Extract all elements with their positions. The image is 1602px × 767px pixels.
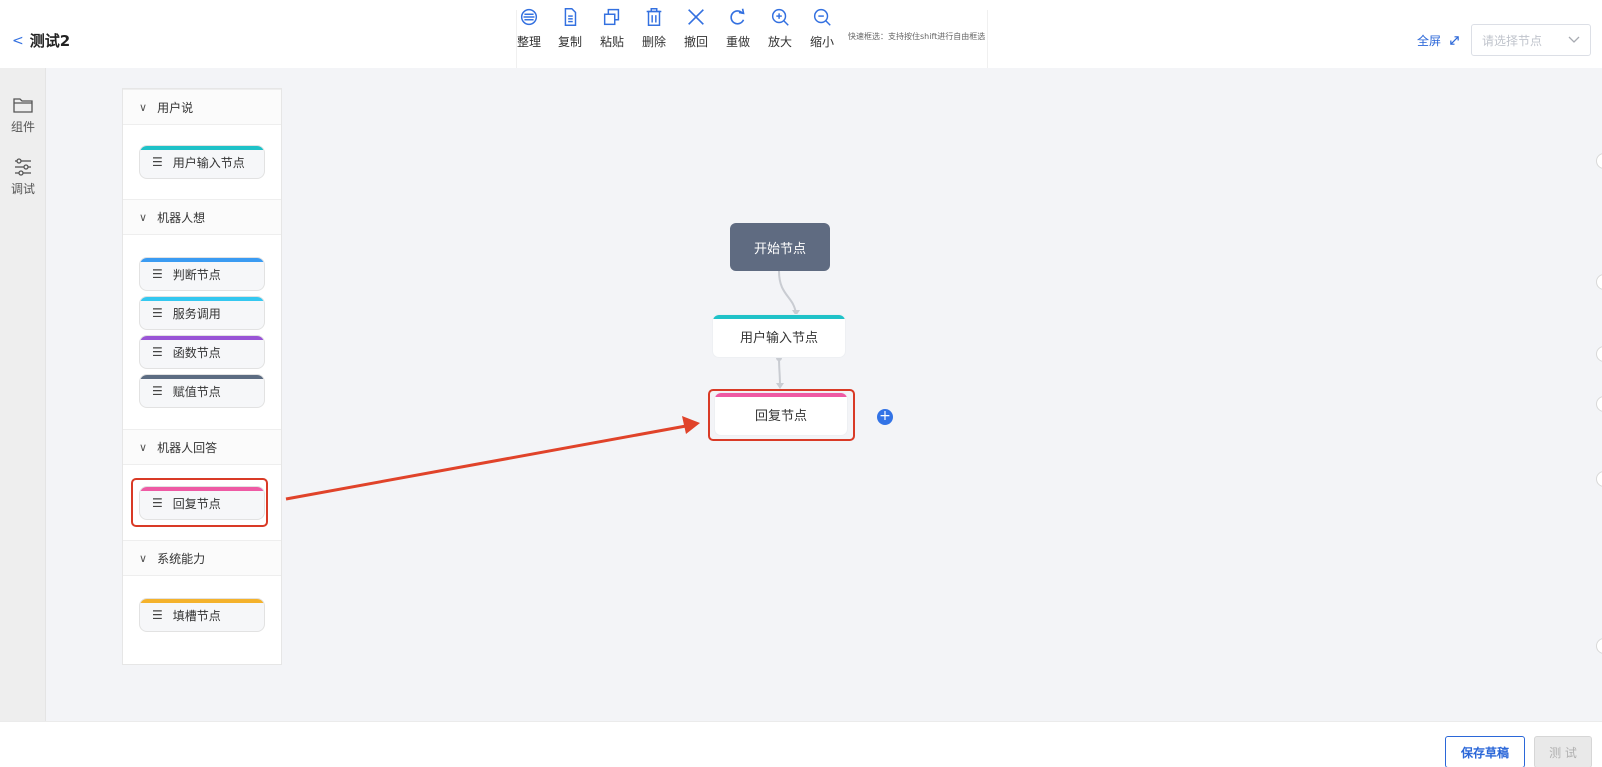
menu-icon: ☰ [152, 267, 163, 281]
side-handle[interactable] [1596, 153, 1602, 169]
zoom-out-button[interactable]: 缩小 [804, 6, 840, 50]
test-button[interactable]: 测 试 [1534, 736, 1592, 767]
paste-button[interactable]: 粘贴 [594, 6, 630, 50]
box-select-hint: 快速框选：支持按住shift进行自由框选 [848, 32, 986, 41]
palette-group-robot-answers[interactable]: ∨ 机器人回答 [123, 429, 281, 465]
page-title: 测试2 [29, 32, 71, 50]
footer: 保存草稿 测 试 [0, 721, 1602, 767]
chevron-left-icon: < [12, 32, 24, 49]
menu-icon: ☰ [152, 608, 163, 622]
arrange-icon [520, 8, 538, 26]
undo-button[interactable]: 撤回 [678, 6, 714, 50]
palette-item-user-input[interactable]: ☰ 用户输入节点 [139, 145, 265, 179]
side-handle[interactable] [1596, 346, 1602, 362]
rail-item-components[interactable]: 组件 [0, 96, 46, 135]
zoom-in-icon [771, 8, 789, 26]
side-handle[interactable] [1596, 274, 1602, 290]
palette-item-slot-filling[interactable]: ☰ 填槽节点 [139, 598, 265, 632]
redo-icon [730, 8, 745, 25]
flow-editor: < 测试2 整理 复制 粘贴 删除 撤回 重做 放大 缩小 快速框选：支持按住s… [0, 0, 1602, 767]
menu-icon: ☰ [152, 384, 163, 398]
annotation-box-flow-reply [708, 389, 855, 441]
palette-item-service-call[interactable]: ☰ 服务调用 [139, 296, 265, 330]
side-handle[interactable] [1596, 396, 1602, 412]
flow-canvas[interactable]: ∨ 用户说 ☰ 用户输入节点 ∨ 机器人想 ☰ 判断节点 ☰ 服务调用 ☰ 函数… [46, 68, 1602, 721]
palette-group-system[interactable]: ∨ 系统能力 [123, 540, 281, 576]
back-button[interactable]: < 测试2 [12, 30, 70, 51]
side-handle[interactable] [1596, 638, 1602, 654]
side-handle[interactable] [1596, 471, 1602, 487]
chevron-down-icon: ∨ [139, 440, 148, 454]
trash-icon [646, 8, 662, 26]
annotation-box-palette-reply [131, 478, 268, 527]
palette-item-function[interactable]: ☰ 函数节点 [139, 335, 265, 369]
palette-group-user-says[interactable]: ∨ 用户说 [123, 89, 281, 125]
palette-item-judge[interactable]: ☰ 判断节点 [139, 257, 265, 291]
sliders-icon [15, 158, 31, 176]
chevron-down-icon: ∨ [139, 551, 148, 565]
zoom-in-button[interactable]: 放大 [762, 6, 798, 50]
menu-icon: ☰ [152, 155, 163, 169]
save-draft-button[interactable]: 保存草稿 [1445, 736, 1525, 767]
zoom-out-icon [813, 8, 831, 26]
add-node-button[interactable]: + [877, 409, 893, 425]
chevron-down-icon: ∨ [139, 100, 148, 114]
copy-button[interactable]: 复制 [552, 6, 588, 50]
menu-icon: ☰ [152, 345, 163, 359]
flow-node-user-input[interactable]: 用户输入节点 [713, 315, 845, 357]
copy-icon [564, 8, 577, 26]
menu-icon: ☰ [152, 306, 163, 320]
expand-icon [1450, 36, 1459, 45]
folder-icon [13, 98, 33, 113]
fullscreen-button[interactable]: 全屏 [1417, 32, 1460, 49]
redo-button[interactable]: 重做 [720, 6, 756, 50]
paste-icon [603, 8, 620, 26]
header: < 测试2 整理 复制 粘贴 删除 撤回 重做 放大 缩小 快速框选：支持按住s… [0, 0, 1602, 68]
delete-button[interactable]: 删除 [636, 6, 672, 50]
chevron-down-icon: ∨ [139, 210, 148, 224]
flow-start-node[interactable]: 开始节点 [730, 223, 830, 271]
node-select-placeholder: 请选择节点 [1482, 33, 1543, 48]
close-icon [688, 9, 704, 25]
palette-item-assign[interactable]: ☰ 赋值节点 [139, 374, 265, 408]
component-palette: ∨ 用户说 ☰ 用户输入节点 ∨ 机器人想 ☰ 判断节点 ☰ 服务调用 ☰ 函数… [122, 88, 282, 665]
chevron-down-icon [1568, 36, 1580, 43]
arrange-button[interactable]: 整理 [511, 6, 547, 50]
left-rail: 组件 调试 [0, 68, 46, 721]
node-select[interactable]: 请选择节点 [1471, 24, 1591, 56]
palette-group-robot-thinks[interactable]: ∨ 机器人想 [123, 199, 281, 235]
rail-item-debug[interactable]: 调试 [0, 158, 46, 197]
